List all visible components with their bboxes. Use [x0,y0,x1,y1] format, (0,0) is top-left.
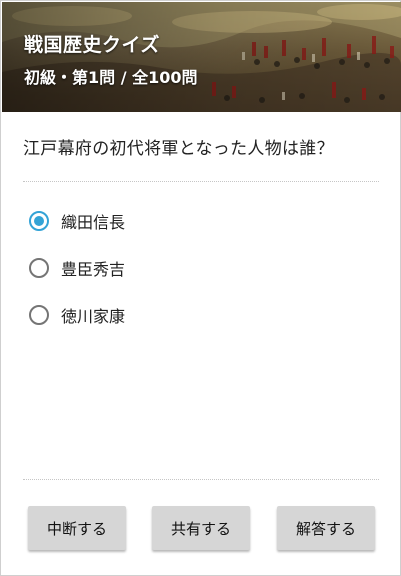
radio-selected-icon[interactable] [29,211,49,231]
radio-unselected-icon[interactable] [29,305,49,325]
header-shade [2,2,401,112]
pause-button[interactable]: 中断する [28,506,126,550]
divider-bottom [23,479,379,480]
app-title: 戦国歴史クイズ [24,34,160,56]
option-label: 徳川家康 [61,307,126,326]
share-button[interactable]: 共有する [152,506,250,550]
question-progress: 初級・第1問 / 全100問 [24,68,198,87]
option-label: 豊臣秀吉 [61,260,126,279]
answer-button[interactable]: 解答する [277,506,375,550]
header-banner: 戦国歴史クイズ 初級・第1問 / 全100問 [2,2,401,112]
option-2[interactable]: 豊臣秀吉 [29,253,125,283]
divider-top [23,181,379,182]
question-text: 江戸幕府の初代将軍となった人物は誰？ [23,139,334,159]
app-window: 戦国歴史クイズ 初級・第1問 / 全100問 江戸幕府の初代将軍となった人物は誰… [0,0,401,576]
option-1[interactable]: 織田信長 [29,206,125,236]
option-3[interactable]: 徳川家康 [29,300,125,330]
option-label: 織田信長 [61,213,126,232]
radio-unselected-icon[interactable] [29,258,49,278]
